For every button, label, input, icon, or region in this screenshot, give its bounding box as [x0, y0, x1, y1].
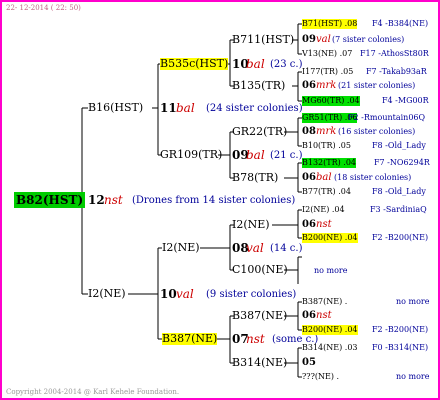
- right-name: B314(NE) .03: [302, 343, 358, 352]
- right-code: F4 -MG00R: [382, 96, 429, 105]
- right-code: F8 -Old_Lady: [372, 141, 426, 150]
- right-name: ???(NE) .: [302, 372, 340, 381]
- b535-mark: bal: [246, 57, 265, 71]
- right-name: B200(NE) .04: [302, 233, 358, 243]
- right-name: B77(TR) .04: [302, 187, 351, 196]
- i2b-name: I2(NE): [162, 241, 200, 254]
- date-stamp: 22- 12-2014 ( 22: 50): [6, 4, 81, 12]
- right-code: F3 -SardiniaQ: [370, 205, 427, 214]
- gr109-name: GR109(TR): [160, 148, 223, 161]
- root-note: (Drones from 14 sister colonies): [132, 195, 296, 206]
- root-mark: nst: [104, 193, 123, 207]
- gr22-mark: mrk: [316, 126, 337, 137]
- gr22-name: GR22(TR): [232, 125, 288, 138]
- right-name: B132(TR) .04: [302, 158, 357, 168]
- b16-name: B16(HST): [88, 101, 144, 114]
- right-code: no more: [396, 372, 430, 381]
- gr109-mark: bal: [246, 148, 265, 162]
- b16-mark: bal: [176, 101, 195, 115]
- b314-gen: 05: [302, 357, 316, 368]
- right-name: I177(TR) .05: [302, 67, 354, 76]
- b135-gen: 06: [302, 80, 316, 91]
- b135-name: B135(TR): [232, 79, 286, 92]
- i2c-mark: nst: [316, 219, 332, 230]
- i2c-name: I2(NE): [232, 218, 270, 231]
- right-code: F0 -B314(NE): [372, 343, 429, 352]
- b711-name: B711(HST): [232, 33, 295, 46]
- b78-name: B78(TR): [232, 171, 279, 184]
- gr22-gen: 08: [302, 126, 316, 137]
- pedigree-chart: 22- 12-2014 ( 22: 50) B82(HST) 12 nst (D…: [0, 0, 440, 400]
- b387-name: B387(NE): [162, 332, 218, 345]
- i2-name: I2(NE): [88, 287, 126, 300]
- b16-gen: 11: [160, 101, 177, 115]
- b711-gen: 09: [302, 34, 316, 45]
- i2c-gen: 06: [302, 219, 316, 230]
- gr22-note: (16 sister colonies): [338, 127, 416, 136]
- right-name: I2(NE) .04: [302, 205, 345, 214]
- b78-mark: bal: [316, 172, 332, 183]
- root-gen: 12: [88, 193, 105, 207]
- i2-mark: val: [176, 287, 194, 301]
- right-code: F2 -Rmountain06Q: [348, 113, 426, 122]
- b78-gen: 06: [302, 172, 316, 183]
- b135-note: (21 sister colonies): [338, 81, 416, 90]
- right-name: B387(NE) .: [302, 297, 348, 306]
- right-name: B10(TR) .05: [302, 141, 351, 150]
- i2-gen: 10: [160, 287, 177, 301]
- b387-mark: nst: [246, 332, 265, 346]
- right-name: MG60(TR) .04: [302, 96, 360, 106]
- right-name: B200(NE) .04: [302, 325, 358, 335]
- right-code: F7 -Takab93aR: [366, 67, 427, 76]
- b387b-gen: 06: [302, 310, 316, 321]
- b711-note: (7 sister colonies): [332, 35, 405, 44]
- right-code: no more: [396, 297, 430, 306]
- b535-name: B535c(HST): [160, 57, 229, 70]
- b78-note: (18 sister colonies): [334, 173, 412, 182]
- gr109-note: (21 c.): [270, 150, 303, 161]
- b711-mark: val: [316, 34, 331, 45]
- right-code: F4 -B384(NE): [372, 19, 429, 28]
- right-code: F8 -Old_Lady: [372, 187, 426, 196]
- c100-more: no more: [314, 266, 348, 275]
- b535-note: (23 c.): [270, 59, 303, 70]
- root-bee-name: B82(HST): [14, 192, 86, 208]
- b387b-name: B387(NE): [232, 309, 288, 322]
- b387b-mark: nst: [316, 310, 332, 321]
- b314-name: B314(NE): [232, 356, 288, 369]
- right-code: F2 -B200(NE): [372, 325, 429, 334]
- right-code: F7 -NO6294R: [374, 158, 430, 167]
- i2-note: (9 sister colonies): [206, 289, 297, 300]
- right-code: F17 -AthosSt80R: [360, 49, 429, 58]
- right-name: V13(NE) .07: [302, 49, 353, 58]
- c100-name: C100(NE): [232, 263, 288, 276]
- b16-note: (24 sister colonies): [206, 103, 303, 114]
- right-code: F2 -B200(NE): [372, 233, 429, 242]
- b135-mark: mrk: [316, 80, 337, 91]
- i2b-note: (14 c.): [270, 243, 303, 254]
- right-name: B71(HST) .08: [302, 19, 358, 29]
- copyright: Copyright 2004-2014 @ Karl Kehele Founda…: [6, 388, 180, 396]
- i2b-mark: val: [246, 241, 264, 255]
